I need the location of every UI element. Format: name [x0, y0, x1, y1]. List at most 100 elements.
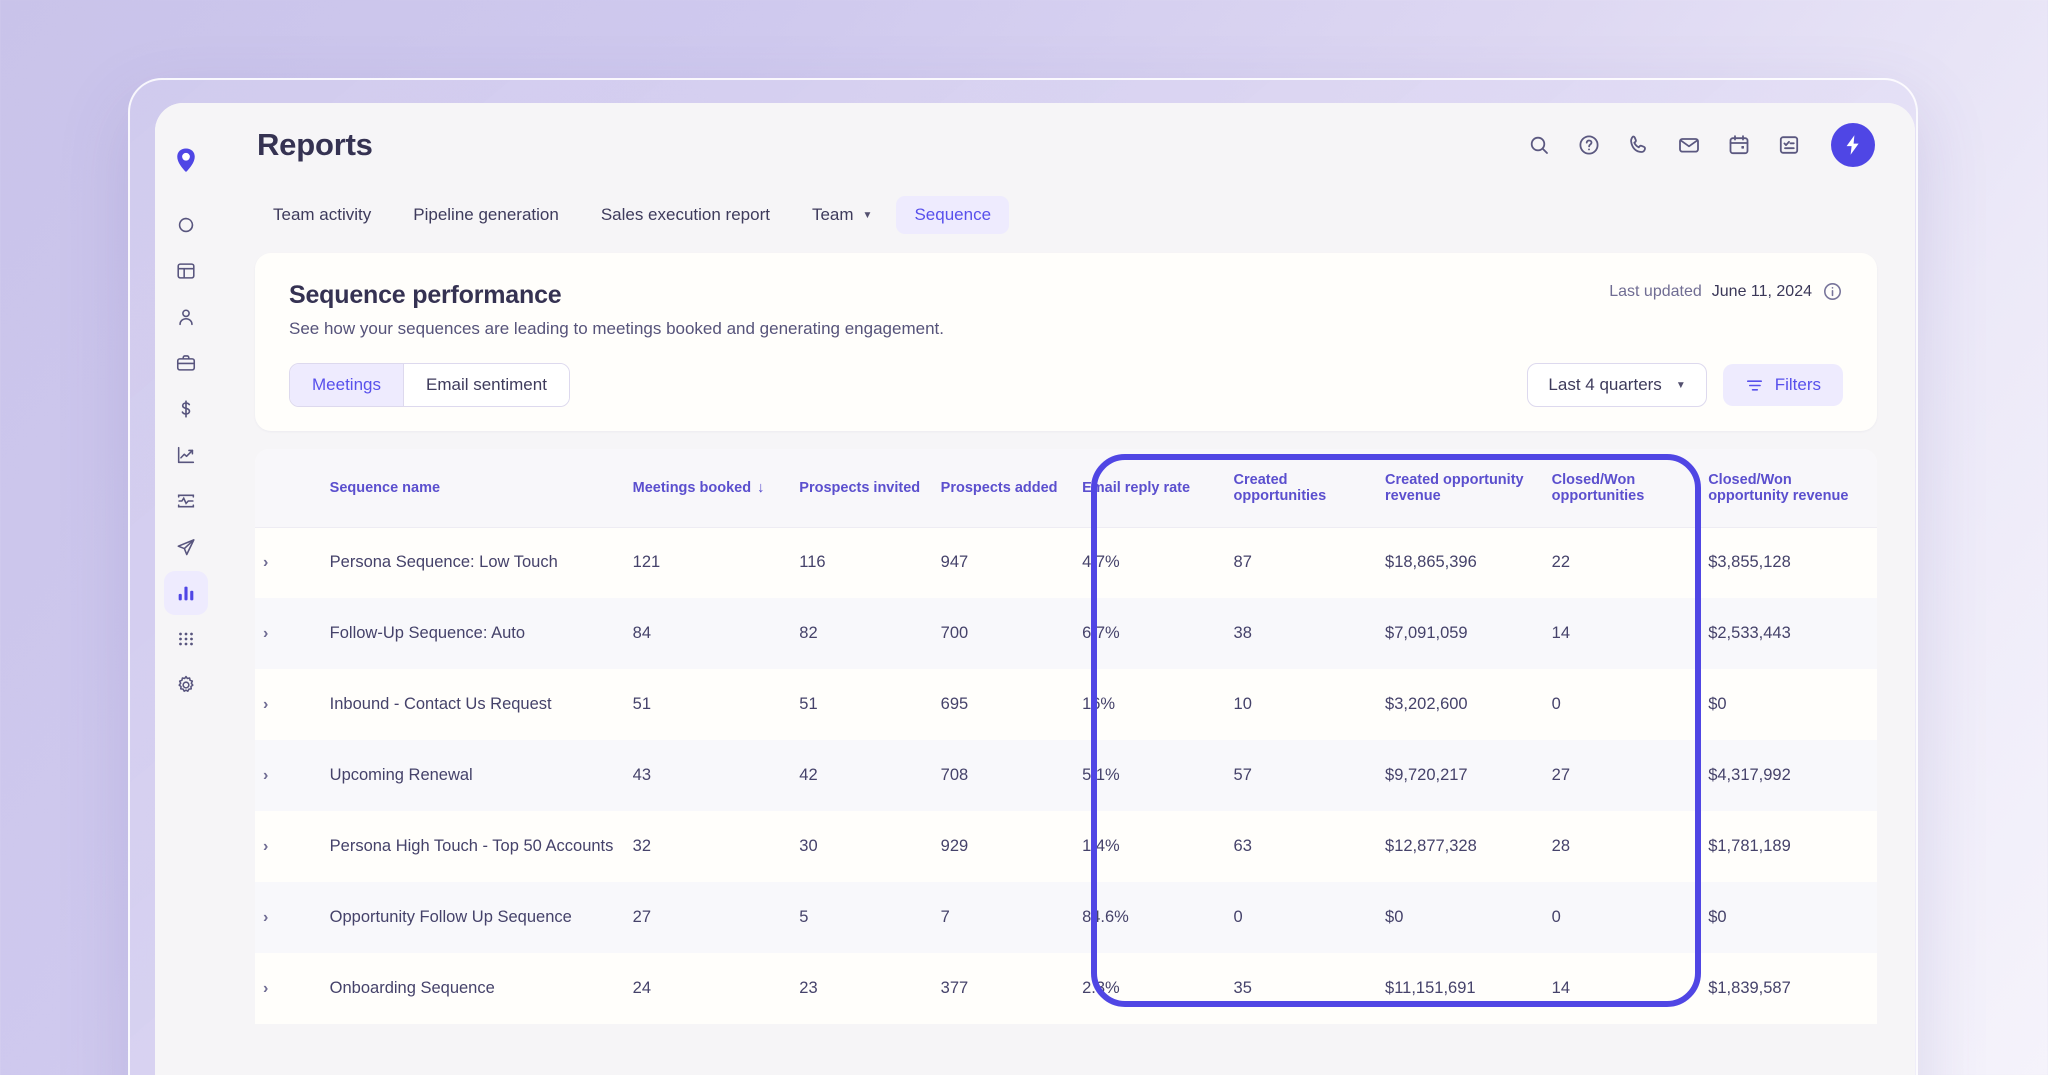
tasks-icon[interactable]	[1775, 131, 1803, 159]
panel-subtitle: See how your sequences are leading to me…	[289, 319, 1843, 339]
col-label: Meetings booked	[633, 480, 751, 496]
chevron-right-icon[interactable]: ›	[263, 980, 268, 997]
sidebar-item-settings[interactable]	[164, 663, 208, 707]
tab-team-activity[interactable]: Team activity	[255, 196, 389, 234]
col-prospects-invited[interactable]: Prospects invited	[791, 449, 932, 527]
sidebar-item-sequences[interactable]	[164, 525, 208, 569]
help-icon[interactable]	[1575, 131, 1603, 159]
sidebar-item-dashboard[interactable]	[164, 249, 208, 293]
sidebar-item-revenue[interactable]	[164, 387, 208, 431]
cell-sequence-name: Opportunity Follow Up Sequence	[322, 882, 625, 953]
cell-sequence-name: Inbound - Contact Us Request	[322, 669, 625, 740]
col-sequence-name[interactable]: Sequence name	[322, 449, 625, 527]
expand-cell[interactable]: ›	[255, 811, 322, 882]
col-created-opportunity-revenue[interactable]: Created opportunity revenue	[1377, 449, 1544, 527]
table-row[interactable]: › Persona High Touch - Top 50 Accounts 3…	[255, 811, 1877, 882]
tab-label: Sales execution report	[601, 205, 770, 225]
phone-icon[interactable]	[1625, 131, 1653, 159]
col-meetings-booked[interactable]: Meetings booked ↓	[625, 449, 792, 527]
chevron-right-icon[interactable]: ›	[263, 838, 268, 855]
table-header-row: Sequence name Meetings booked ↓ Prospects…	[255, 449, 1877, 527]
tab-pipeline-generation[interactable]: Pipeline generation	[395, 196, 577, 234]
info-icon[interactable]	[1822, 281, 1843, 302]
sidebar	[155, 103, 217, 1075]
table-row[interactable]: › Persona Sequence: Low Touch 121 116 94…	[255, 527, 1877, 598]
segment-meetings[interactable]: Meetings	[290, 364, 403, 406]
chevron-right-icon[interactable]: ›	[263, 767, 268, 784]
cell-email-reply-rate: 4.7%	[1074, 527, 1225, 598]
col-expand	[255, 449, 322, 527]
date-range-select[interactable]: Last 4 quarters ▼	[1527, 363, 1706, 407]
cell-created-opportunities: 87	[1226, 527, 1377, 598]
chevron-right-icon[interactable]: ›	[263, 909, 268, 926]
bar-chart-icon	[175, 582, 197, 604]
sidebar-item-contacts[interactable]	[164, 295, 208, 339]
expand-cell[interactable]: ›	[255, 740, 322, 811]
tab-sequence[interactable]: Sequence	[896, 196, 1009, 234]
main-content: Reports	[217, 103, 1915, 1075]
sort-desc-icon: ↓	[757, 480, 764, 496]
mail-icon[interactable]	[1675, 131, 1703, 159]
cell-prospects-invited: 5	[791, 882, 932, 953]
cell-meetings-booked: 51	[625, 669, 792, 740]
sidebar-item-forecast[interactable]	[164, 433, 208, 477]
chevron-right-icon[interactable]: ›	[263, 696, 268, 713]
app-logo[interactable]	[171, 119, 201, 203]
table-row[interactable]: › Upcoming Renewal 43 42 708 5.1% 57 $9,…	[255, 740, 1877, 811]
expand-cell[interactable]: ›	[255, 598, 322, 669]
sidebar-item-deals[interactable]	[164, 341, 208, 385]
cell-closed-won-opportunities: 14	[1544, 598, 1701, 669]
header-actions	[1525, 123, 1875, 167]
cell-created-opportunities: 35	[1226, 953, 1377, 1024]
sidebar-item-reports[interactable]	[164, 571, 208, 615]
tab-label: Sequence	[914, 205, 991, 225]
search-icon[interactable]	[1525, 131, 1553, 159]
expand-cell[interactable]: ›	[255, 953, 322, 1024]
panel-controls-row: Meetings Email sentiment Last 4 quarters…	[289, 363, 1843, 407]
app-header: Reports	[217, 103, 1915, 187]
chevron-right-icon[interactable]: ›	[263, 625, 268, 642]
table-row[interactable]: › Inbound - Contact Us Request 51 51 695…	[255, 669, 1877, 740]
col-prospects-added[interactable]: Prospects added	[933, 449, 1074, 527]
table-row[interactable]: › Follow-Up Sequence: Auto 84 82 700 6.7…	[255, 598, 1877, 669]
cell-closed-won-opportunity-revenue: $3,855,128	[1700, 527, 1877, 598]
sidebar-item-insights[interactable]	[164, 479, 208, 523]
paper-plane-icon	[175, 536, 197, 558]
sequence-performance-panel: Sequence performance See how your sequen…	[255, 253, 1877, 431]
table-row[interactable]: › Onboarding Sequence 24 23 377 2.3% 35 …	[255, 953, 1877, 1024]
layout-dashboard-icon	[175, 260, 197, 282]
tab-label: Team activity	[273, 205, 371, 225]
cell-sequence-name: Upcoming Renewal	[322, 740, 625, 811]
lightning-icon	[1841, 133, 1865, 157]
expand-cell[interactable]: ›	[255, 669, 322, 740]
filters-button[interactable]: Filters	[1723, 364, 1843, 406]
col-closed-won-opportunity-revenue[interactable]: Closed/Won opportunity revenue	[1700, 449, 1877, 527]
tab-sales-execution-report[interactable]: Sales execution report	[583, 196, 788, 234]
sidebar-item-apps[interactable]	[164, 617, 208, 661]
quick-actions-button[interactable]	[1831, 123, 1875, 167]
expand-cell[interactable]: ›	[255, 527, 322, 598]
col-closed-won-opportunities[interactable]: Closed/Won opportunities	[1544, 449, 1701, 527]
table-row[interactable]: › Opportunity Follow Up Sequence 27 5 7 …	[255, 882, 1877, 953]
grid-dots-icon	[175, 628, 197, 650]
cell-closed-won-opportunity-revenue: $1,781,189	[1700, 811, 1877, 882]
sidebar-item-activity[interactable]	[164, 203, 208, 247]
col-created-opportunities[interactable]: Created opportunities	[1226, 449, 1377, 527]
chevron-right-icon[interactable]: ›	[263, 554, 268, 571]
segment-email-sentiment[interactable]: Email sentiment	[403, 364, 569, 406]
cell-prospects-added: 929	[933, 811, 1074, 882]
cell-prospects-invited: 30	[791, 811, 932, 882]
cell-closed-won-opportunities: 27	[1544, 740, 1701, 811]
table-body: › Persona Sequence: Low Touch 121 116 94…	[255, 527, 1877, 1024]
cell-meetings-booked: 43	[625, 740, 792, 811]
cell-prospects-added: 377	[933, 953, 1074, 1024]
cell-created-opportunity-revenue: $0	[1377, 882, 1544, 953]
date-range-value: Last 4 quarters	[1548, 375, 1661, 395]
cell-email-reply-rate: 2.3%	[1074, 953, 1225, 1024]
cell-email-reply-rate: 6.7%	[1074, 598, 1225, 669]
col-email-reply-rate[interactable]: Email reply rate	[1074, 449, 1225, 527]
tab-team[interactable]: Team ▼	[794, 196, 890, 234]
expand-cell[interactable]: ›	[255, 882, 322, 953]
cell-created-opportunity-revenue: $11,151,691	[1377, 953, 1544, 1024]
calendar-icon[interactable]	[1725, 131, 1753, 159]
